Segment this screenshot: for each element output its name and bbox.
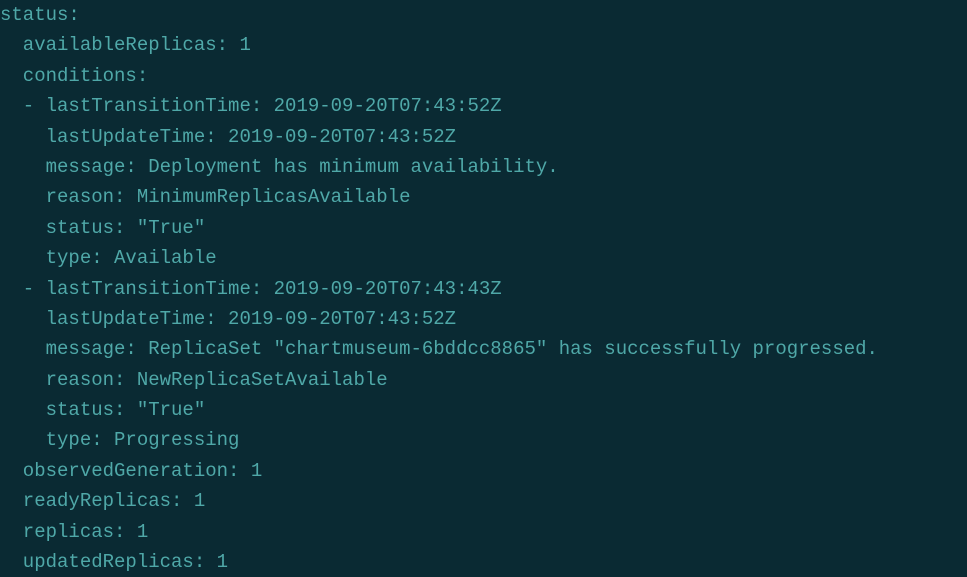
yaml-line-cond2-update: lastUpdateTime: 2019-09-20T07:43:52Z — [0, 304, 967, 334]
yaml-line-status: status: — [0, 0, 967, 30]
yaml-line-updated-replicas: updatedReplicas: 1 — [0, 547, 967, 577]
yaml-line-cond1-update: lastUpdateTime: 2019-09-20T07:43:52Z — [0, 122, 967, 152]
terminal-output: status: availableReplicas: 1 conditions:… — [0, 0, 967, 577]
yaml-line-cond2-type: type: Progressing — [0, 425, 967, 455]
yaml-line-cond2-transition: - lastTransitionTime: 2019-09-20T07:43:4… — [0, 274, 967, 304]
yaml-line-observed-generation: observedGeneration: 1 — [0, 456, 967, 486]
yaml-line-cond1-reason: reason: MinimumReplicasAvailable — [0, 182, 967, 212]
yaml-line-available-replicas: availableReplicas: 1 — [0, 30, 967, 60]
yaml-line-cond1-type: type: Available — [0, 243, 967, 273]
yaml-line-cond1-status: status: "True" — [0, 213, 967, 243]
yaml-line-ready-replicas: readyReplicas: 1 — [0, 486, 967, 516]
yaml-line-cond2-reason: reason: NewReplicaSetAvailable — [0, 365, 967, 395]
yaml-line-cond1-transition: - lastTransitionTime: 2019-09-20T07:43:5… — [0, 91, 967, 121]
yaml-line-cond2-status: status: "True" — [0, 395, 967, 425]
yaml-line-cond2-message: message: ReplicaSet "chartmuseum-6bddcc8… — [0, 334, 967, 364]
yaml-line-replicas: replicas: 1 — [0, 517, 967, 547]
yaml-line-conditions: conditions: — [0, 61, 967, 91]
yaml-line-cond1-message: message: Deployment has minimum availabi… — [0, 152, 967, 182]
